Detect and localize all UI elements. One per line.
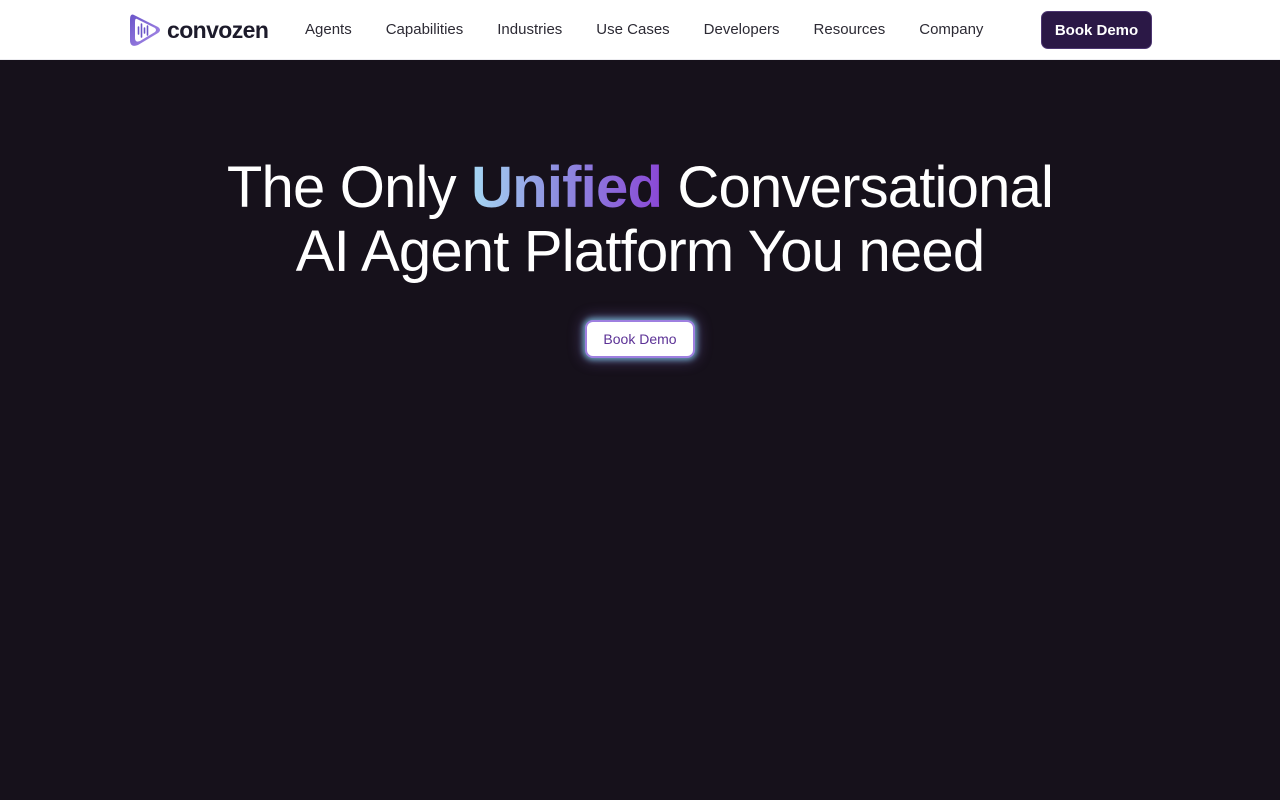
- nav-item-agents[interactable]: Agents: [288, 0, 369, 60]
- logo[interactable]: convozen: [128, 13, 269, 47]
- headline-prefix: The Only: [226, 155, 472, 220]
- headline-suffix: Conversational: [662, 155, 1054, 220]
- headline-line2: AI Agent Platform You need: [295, 219, 985, 284]
- nav-item-resources[interactable]: Resources: [797, 0, 903, 60]
- nav-item-developers[interactable]: Developers: [687, 0, 797, 60]
- nav-item-industries[interactable]: Industries: [480, 0, 579, 60]
- brand-name: convozen: [167, 17, 269, 43]
- hero-section: The Only Unified Conversational AI Agent…: [0, 60, 1280, 800]
- top-navbar: convozen Agents Capabilities Industries …: [0, 0, 1280, 60]
- book-demo-hero-button[interactable]: Book Demo: [585, 320, 695, 358]
- nav-item-company[interactable]: Company: [902, 0, 1000, 60]
- nav-item-use-cases[interactable]: Use Cases: [579, 0, 686, 60]
- headline-accent: Unified: [471, 155, 663, 220]
- book-demo-nav-button[interactable]: Book Demo: [1041, 11, 1152, 49]
- hero-headline: The Only Unified Conversational AI Agent…: [0, 156, 1280, 284]
- main-nav: Agents Capabilities Industries Use Cases…: [288, 0, 1000, 60]
- waveform-bubble-icon: [130, 14, 160, 46]
- nav-item-capabilities[interactable]: Capabilities: [369, 0, 481, 60]
